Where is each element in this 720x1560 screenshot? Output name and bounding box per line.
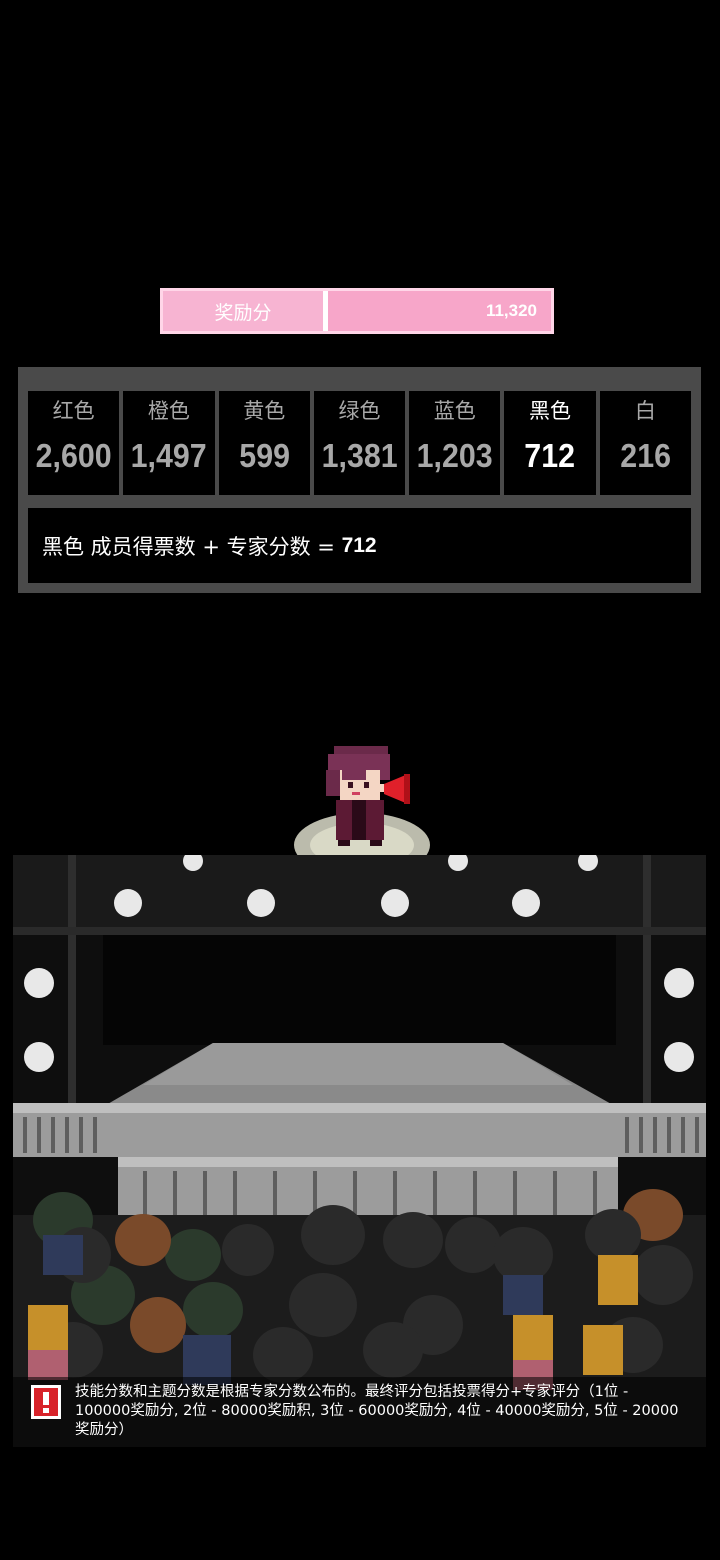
bonus-score-bar: 奖励分 11,320 — [160, 288, 554, 334]
team-cell-black[interactable]: 黑色 712 — [504, 391, 596, 495]
bonus-label: 奖励分 — [163, 291, 328, 331]
screen: { "bonus": { "label": "奖励分", "value": "1… — [0, 0, 720, 1560]
team-score-panel: 红色 2,600 橙色 1,497 黄色 599 绿色 1,381 蓝色 1,2… — [18, 367, 701, 593]
notice-text: 技能分数和主题分数是根据专家分数公布的。最终评分包括投票得分+专家评分（1位 -… — [75, 1384, 679, 1438]
bonus-value: 11,320 — [485, 301, 537, 320]
team-name: 黑色 — [529, 399, 572, 423]
team-cell-orange[interactable]: 橙色 1,497 — [123, 391, 215, 495]
team-score: 1,381 — [321, 437, 398, 474]
team-score: 712 — [524, 437, 576, 474]
team-name: 白 — [634, 399, 656, 423]
info-exclamation-icon — [31, 1385, 61, 1419]
concert-stage-scene — [13, 855, 706, 1447]
formula-value: 712 — [341, 533, 377, 557]
info-notice: 技能分数和主题分数是根据专家分数公布的。最终评分包括投票得分+专家评分（1位 -… — [13, 1377, 706, 1447]
team-cell-red[interactable]: 红色 2,600 — [28, 391, 120, 495]
formula-text: 黑色 成员得票数 + 专家分数 = — [42, 534, 342, 559]
team-cell-blue[interactable]: 蓝色 1,203 — [409, 391, 501, 495]
team-score: 1,497 — [130, 437, 207, 474]
team-name: 黄色 — [243, 399, 286, 423]
team-score: 1,203 — [416, 437, 493, 474]
team-score: 216 — [619, 437, 671, 474]
team-name: 红色 — [52, 399, 95, 423]
team-name: 橙色 — [147, 399, 190, 423]
team-cell-white[interactable]: 白 216 — [599, 391, 691, 495]
team-cell-yellow[interactable]: 黄色 599 — [218, 391, 310, 495]
team-name: 蓝色 — [433, 399, 476, 423]
score-formula: 黑色 成员得票数 + 专家分数 = 712 — [28, 508, 691, 583]
team-score: 2,600 — [35, 437, 112, 474]
team-score-row: 红色 2,600 橙色 1,497 黄色 599 绿色 1,381 蓝色 1,2… — [28, 391, 691, 495]
stage-illustration — [13, 855, 706, 1447]
team-cell-green[interactable]: 绿色 1,381 — [313, 391, 406, 495]
team-name: 绿色 — [338, 399, 381, 423]
team-score: 599 — [238, 437, 290, 474]
